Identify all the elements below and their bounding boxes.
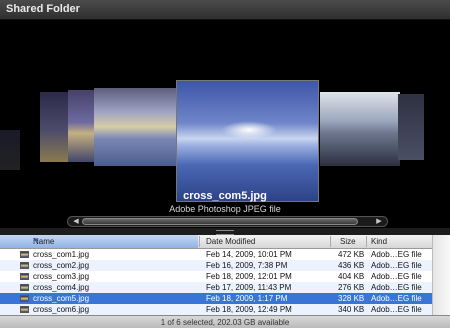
column-header-name[interactable]: Name ▲ xyxy=(0,235,198,248)
selected-file-title: cross_com5.jpg xyxy=(183,190,267,202)
file-name: cross_com2.jpg xyxy=(33,261,90,270)
sort-ascending-icon: ▲ xyxy=(33,237,39,243)
sun-glow xyxy=(221,121,277,139)
finder-window: Shared Folder cross_com5.jpg Adobe Photo… xyxy=(0,0,450,328)
file-date: Feb 16, 2009, 7:38 PM xyxy=(206,261,288,270)
cover-thumbnail-cross-com6[interactable] xyxy=(320,92,400,166)
file-name: cross_com4.jpg xyxy=(33,283,90,292)
selected-file-kind: Adobe Photoshop JPEG file xyxy=(169,204,281,214)
status-text: 1 of 6 selected, 202.03 GB available xyxy=(160,318,290,327)
file-name: cross_com1.jpg xyxy=(33,250,90,259)
column-divider[interactable] xyxy=(366,236,367,247)
jpeg-file-icon xyxy=(20,273,29,280)
file-date: Feb 18, 2009, 1:17 PM xyxy=(206,294,288,303)
cover-flow-view[interactable]: cross_com5.jpg Adobe Photoshop JPEG file… xyxy=(0,20,450,234)
file-kind: Adob…EG file xyxy=(371,283,422,292)
column-header-kind[interactable]: Kind xyxy=(371,237,387,246)
jpeg-file-icon xyxy=(20,306,29,313)
cover-flow-scrollbar[interactable]: ◀ ▶ xyxy=(67,216,388,227)
scroll-right-icon[interactable]: ▶ xyxy=(373,217,385,226)
column-header-date[interactable]: Date Modified xyxy=(206,237,255,246)
window-title: Shared Folder xyxy=(6,3,80,15)
table-row[interactable]: cross_com2.jpg Feb 16, 2009, 7:38 PM 436… xyxy=(0,260,432,271)
column-divider[interactable] xyxy=(199,236,200,247)
file-date: Feb 18, 2009, 12:49 PM xyxy=(206,305,292,314)
list-scrollbar[interactable] xyxy=(432,235,450,315)
file-size: 436 KB xyxy=(338,261,365,270)
scroll-thumb[interactable] xyxy=(82,218,358,225)
file-kind: Adob…EG file xyxy=(371,305,422,314)
cover-thumbnail-next[interactable] xyxy=(398,94,424,160)
table-row[interactable]: cross_com6.jpg Feb 18, 2009, 12:49 PM 34… xyxy=(0,304,432,315)
file-size: 340 KB xyxy=(338,305,365,314)
file-list: Name ▲ Date Modified Size Kind cross_com… xyxy=(0,235,450,315)
file-kind: Adob…EG file xyxy=(371,261,422,270)
pane-splitter[interactable] xyxy=(0,228,450,235)
cover-thumbnail-cross-com4[interactable] xyxy=(94,88,176,166)
table-row-selected[interactable]: cross_com5.jpg Feb 18, 2009, 1:17 PM 328… xyxy=(0,293,432,304)
jpeg-file-icon xyxy=(20,262,29,269)
table-row[interactable]: cross_com1.jpg Feb 14, 2009, 10:01 PM 47… xyxy=(0,249,432,260)
table-row[interactable]: cross_com4.jpg Feb 17, 2009, 11:43 PM 27… xyxy=(0,282,432,293)
file-kind: Adob…EG file xyxy=(371,294,422,303)
file-kind: Adob…EG file xyxy=(371,272,422,281)
column-header-size[interactable]: Size xyxy=(340,237,356,246)
file-size: 404 KB xyxy=(338,272,365,281)
file-size: 276 KB xyxy=(338,283,365,292)
cover-thumbnail-cross-com1[interactable] xyxy=(40,92,70,162)
title-bar[interactable]: Shared Folder xyxy=(0,0,450,20)
file-kind: Adob…EG file xyxy=(371,250,422,259)
jpeg-file-icon xyxy=(20,284,29,291)
jpeg-file-icon xyxy=(20,295,29,302)
file-size: 328 KB xyxy=(338,294,365,303)
table-row[interactable]: cross_com3.jpg Feb 18, 2009, 12:01 PM 40… xyxy=(0,271,432,282)
file-name: cross_com3.jpg xyxy=(33,272,90,281)
cover-thumbnail[interactable] xyxy=(0,130,20,170)
scroll-left-icon[interactable]: ◀ xyxy=(70,217,82,226)
jpeg-file-icon xyxy=(20,251,29,258)
cover-thumbnail-selected[interactable] xyxy=(176,80,319,202)
list-header: Name ▲ Date Modified Size Kind xyxy=(0,235,432,249)
file-size: 472 KB xyxy=(338,250,365,259)
file-name: cross_com5.jpg xyxy=(33,294,90,303)
file-name: cross_com6.jpg xyxy=(33,305,90,314)
file-date: Feb 18, 2009, 12:01 PM xyxy=(206,272,292,281)
file-date: Feb 14, 2009, 10:01 PM xyxy=(206,250,292,259)
column-divider[interactable] xyxy=(330,236,331,247)
status-bar: 1 of 6 selected, 202.03 GB available xyxy=(0,315,450,328)
file-date: Feb 17, 2009, 11:43 PM xyxy=(206,283,292,292)
